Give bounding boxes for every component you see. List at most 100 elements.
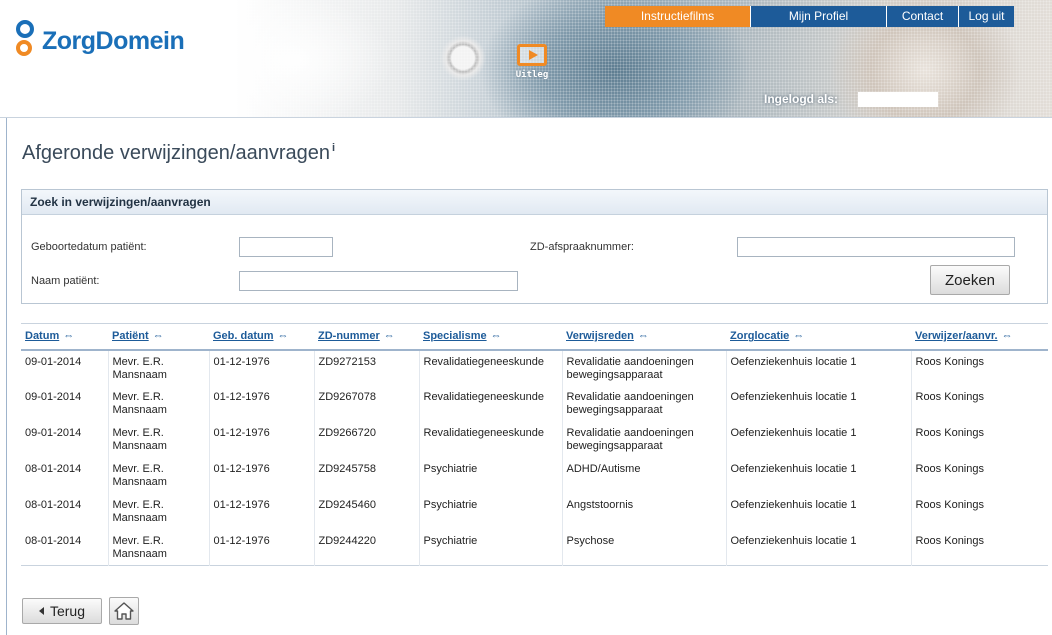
sort-icon[interactable]: ⇔: [63, 330, 74, 342]
cell-datum: 08-01-2014: [21, 529, 109, 566]
cell-geb-datum: 01-12-1976: [209, 493, 315, 530]
cell-zorglocatie: Oefenziekenhuis locatie 1: [726, 457, 912, 494]
column-header-label: Patiënt: [112, 330, 149, 343]
cell-specialisme: Psychiatrie: [419, 529, 563, 566]
sort-icon[interactable]: ⇔: [153, 330, 164, 342]
cell-verwijsreden: Revalidatie aandoeningen bewegingsappara…: [562, 385, 727, 422]
cell-specialisme: Revalidatiegeneeskunde: [419, 385, 563, 422]
cell-verwijzer: Roos Konings: [915, 462, 985, 475]
table-row[interactable]: 08-01-2014 Mevr. E.R. Mansnaam 01-12-1976 Z…: [21, 493, 1048, 530]
uitleg-video-button[interactable]: Uitleg: [512, 44, 552, 96]
cell-geb-datum: 01-12-1976: [209, 349, 315, 386]
cell-specialisme: Revalidatiegeneeskunde: [419, 349, 563, 386]
cell-datum: 08-01-2014: [21, 457, 109, 494]
cell-zd-nummer: ZD9266720: [314, 421, 420, 458]
zorgdomein-logo[interactable]: ZorgDomein: [14, 20, 185, 64]
uitleg-label: Uitleg: [515, 70, 549, 80]
column-header-label: Verwijzer/aanvr.: [915, 330, 998, 343]
cell-specialisme: Psychiatrie: [419, 493, 563, 530]
table-row[interactable]: 09-01-2014 Mevr. E.R. Mansnaam 01-12-1976 Z…: [21, 421, 1048, 458]
birthdate-input[interactable]: [239, 237, 333, 257]
cell-verwijzer: Roos Konings: [915, 498, 985, 511]
cell-verwijsreden: Revalidatie aandoeningen bewegingsappara…: [562, 349, 727, 386]
column-header-datum[interactable]: Datum ⇔: [21, 323, 108, 351]
cell-zd-nummer: ZD9244220: [314, 529, 420, 566]
info-icon[interactable]: i: [332, 142, 335, 154]
column-header-zorglocatie[interactable]: Zorglocatie ⇔: [726, 323, 911, 351]
sort-icon[interactable]: ⇔: [491, 330, 502, 342]
cell-verwijzer: Roos Konings: [915, 355, 985, 368]
sort-icon[interactable]: ⇔: [638, 330, 649, 342]
cell-zd-nummer: ZD9245758: [314, 457, 420, 494]
zd-afspraaknummer-input[interactable]: [737, 237, 1015, 257]
app-header: ZorgDomein Uitleg Instructiefilms Mijn P…: [0, 0, 1052, 118]
table-row[interactable]: 09-01-2014 Mevr. E.R. Mansnaam 01-12-1976 Z…: [21, 385, 1048, 422]
back-button-label: Terug: [49, 603, 86, 619]
back-button[interactable]: Terug: [22, 598, 102, 624]
cell-datum: 09-01-2014: [21, 421, 109, 458]
cell-patient: Mevr. E.R. Mansnaam: [108, 493, 210, 530]
cell-patient: Mevr. E.R. Mansnaam: [108, 349, 210, 386]
cell-specialisme: Revalidatiegeneeskunde: [419, 421, 563, 458]
nav-mijn-profiel[interactable]: Mijn Profiel: [750, 6, 886, 27]
logo-text: ZorgDomein: [42, 26, 185, 55]
cell-zorglocatie: Oefenziekenhuis locatie 1: [726, 385, 912, 422]
cell-verwijzer: Roos Konings: [915, 390, 985, 403]
sort-icon[interactable]: ⇔: [793, 330, 804, 342]
cell-zorglocatie: Oefenziekenhuis locatie 1: [726, 493, 912, 530]
cell-datum: 09-01-2014: [21, 349, 109, 386]
cell-patient: Mevr. E.R. Mansnaam: [108, 421, 210, 458]
nav-instructiefilms[interactable]: Instructiefilms: [605, 6, 750, 27]
nav-log-uit[interactable]: Log uit: [958, 6, 1014, 27]
sort-icon[interactable]: ⇔: [278, 330, 289, 342]
chevron-left-icon: [38, 607, 44, 615]
page-title: Afgeronde verwijzingen/aanvragen i: [22, 142, 335, 165]
column-header-label: Datum: [25, 330, 60, 343]
logged-in-label: Ingelogd als:: [764, 92, 839, 106]
column-header-specialisme[interactable]: Specialisme ⇔: [419, 323, 562, 351]
sort-icon[interactable]: ⇔: [384, 330, 395, 342]
cell-zorglocatie: Oefenziekenhuis locatie 1: [726, 421, 912, 458]
page-left-border: [6, 118, 7, 635]
cell-geb-datum: 01-12-1976: [209, 529, 315, 566]
zd-afspraaknummer-label: ZD-afspraaknummer:: [530, 241, 634, 253]
cell-zorglocatie: Oefenziekenhuis locatie 1: [726, 349, 912, 386]
cell-verwijzer: Roos Konings: [915, 534, 985, 547]
patient-name-input[interactable]: [239, 271, 518, 291]
sort-icon[interactable]: ⇔: [1002, 330, 1013, 342]
cell-verwijsreden: Revalidatie aandoeningen bewegingsappara…: [562, 421, 727, 458]
cell-verwijsreden: Angststoornis: [562, 493, 727, 530]
cell-patient: Mevr. E.R. Mansnaam: [108, 457, 210, 494]
cell-patient: Mevr. E.R. Mansnaam: [108, 529, 210, 566]
table-header-row: Datum ⇔ Patiënt ⇔ Geb. datum ⇔ ZD-nummer ⇔ Speci…: [21, 323, 1048, 351]
column-header-label: Geb. datum: [213, 330, 274, 343]
column-header-verwijsreden[interactable]: Verwijsreden ⇔: [562, 323, 726, 351]
page-title-text: Afgeronde verwijzingen/aanvragen: [22, 142, 330, 164]
cell-datum: 08-01-2014: [21, 493, 109, 530]
cell-geb-datum: 01-12-1976: [209, 421, 315, 458]
play-icon: [517, 44, 547, 66]
nav-contact[interactable]: Contact: [886, 6, 958, 27]
cell-datum: 09-01-2014: [21, 385, 109, 422]
column-header-zd-nummer[interactable]: ZD-nummer ⇔: [314, 323, 419, 351]
cell-patient: Mevr. E.R. Mansnaam: [108, 385, 210, 422]
column-header-label: Specialisme: [423, 330, 487, 343]
table-row[interactable]: 08-01-2014 Mevr. E.R. Mansnaam 01-12-1976 Z…: [21, 529, 1048, 566]
cell-verwijzer: Roos Konings: [915, 426, 985, 439]
cell-zd-nummer: ZD9267078: [314, 385, 420, 422]
birthdate-label: Geboortedatum patiënt:: [31, 241, 147, 253]
table-row[interactable]: 09-01-2014 Mevr. E.R. Mansnaam 01-12-1976 Z…: [21, 349, 1048, 386]
column-header-patient[interactable]: Patiënt ⇔: [108, 323, 209, 351]
table-row[interactable]: 08-01-2014 Mevr. E.R. Mansnaam 01-12-1976 Z…: [21, 457, 1048, 494]
column-header-geb-datum[interactable]: Geb. datum ⇔: [209, 323, 314, 351]
patient-name-label: Naam patiënt:: [31, 275, 100, 287]
search-button[interactable]: Zoeken: [930, 265, 1010, 295]
cell-zd-nummer: ZD9245460: [314, 493, 420, 530]
column-header-label: ZD-nummer: [318, 330, 380, 343]
cell-specialisme: Psychiatrie: [419, 457, 563, 494]
column-header-verwijzer[interactable]: Verwijzer/aanvr. ⇔: [911, 323, 1048, 351]
table-body: 09-01-2014 Mevr. E.R. Mansnaam 01-12-1976 Z…: [21, 349, 1048, 566]
home-button[interactable]: [109, 597, 139, 625]
cell-verwijsreden: Psychose: [562, 529, 727, 566]
cell-verwijsreden: ADHD/Autisme: [562, 457, 727, 494]
